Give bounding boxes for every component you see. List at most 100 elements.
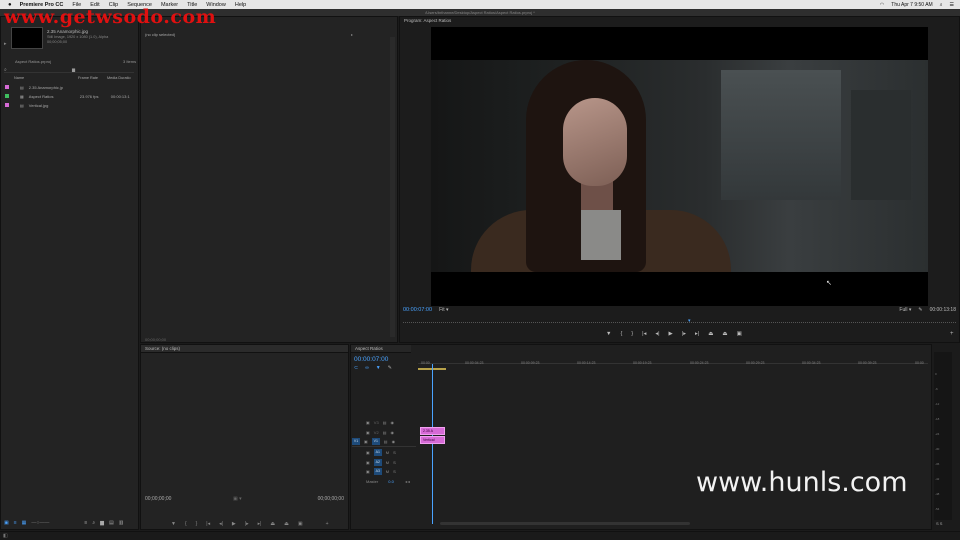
fit-dropdown[interactable]: Fit ▾ — [439, 307, 448, 313]
lock-icon[interactable]: ▣ — [366, 460, 370, 465]
quality-dropdown[interactable]: Full ▾ — [899, 307, 911, 313]
source-zoom-icon[interactable]: ▣ ▾ — [233, 496, 242, 502]
play-button[interactable]: ▶ — [232, 521, 236, 527]
wrench-icon[interactable]: ✎ — [918, 307, 922, 313]
master-go-icon[interactable]: ▸◂ — [406, 479, 410, 484]
new-item-icon[interactable]: ▤ — [109, 520, 114, 526]
sync-lock-icon[interactable]: ▤ — [383, 420, 387, 425]
export-frame-icon[interactable]: ▣ — [298, 521, 303, 527]
panel-arrow-icon[interactable]: ▸ — [351, 32, 353, 37]
list-view-icon[interactable]: ≡ — [14, 520, 17, 526]
new-bin-icon[interactable]: ▆ — [100, 520, 104, 526]
track-v1[interactable]: V1 ▣ V1 ▤ ◉ — [352, 437, 395, 446]
track-v3[interactable]: ▣ V3 ▤ ◉ — [352, 418, 394, 427]
search-icon[interactable]: ⌕ — [940, 2, 943, 8]
timeline-clip[interactable]: 2.35 A — [420, 427, 445, 435]
source-tc-left[interactable]: 00;00;00;00 — [145, 496, 171, 502]
source-patch-v1[interactable]: V1 — [352, 438, 360, 445]
solo-icon[interactable]: S — [393, 450, 396, 455]
eye-icon[interactable]: ◉ — [390, 430, 394, 435]
master-value[interactable]: 0.0 — [388, 479, 394, 484]
eye-icon[interactable]: ◉ — [392, 439, 396, 444]
mute-icon[interactable]: M — [386, 450, 389, 455]
timeline-playhead[interactable] — [432, 364, 433, 524]
lock-icon[interactable]: ▣ — [364, 439, 368, 444]
sync-lock-icon[interactable]: ▤ — [384, 439, 388, 444]
go-to-in-icon[interactable]: |◂ — [206, 521, 210, 527]
list-item[interactable]: ▤ Vertical.jpg — [5, 101, 48, 109]
timeline-tab[interactable]: Aspect Ratios — [351, 345, 411, 353]
step-forward-icon[interactable]: |▸ — [245, 521, 249, 527]
overwrite-icon[interactable]: ⏏ — [284, 521, 289, 527]
lock-icon[interactable]: ▣ — [366, 450, 370, 455]
col-media-duration[interactable]: Media Duratio — [107, 76, 131, 82]
step-back-icon[interactable]: ◂| — [655, 331, 659, 337]
time-ruler[interactable] — [418, 356, 928, 364]
settings-icon[interactable]: ✎ — [388, 365, 392, 371]
search-bar[interactable]: ⌕ ▆ — [4, 67, 134, 73]
timeline-clip[interactable]: Vertical — [420, 436, 445, 444]
step-forward-icon[interactable]: |▸ — [682, 331, 686, 337]
eye-icon[interactable]: ◉ — [390, 420, 394, 425]
source-monitor-title[interactable]: Source: (no clips) — [141, 345, 348, 353]
find-icon[interactable]: ⌕ — [92, 520, 95, 526]
track-a1[interactable]: ▣ A1 M S — [352, 448, 396, 457]
add-button-icon[interactable]: + — [326, 521, 329, 527]
lock-icon[interactable]: ▣ — [366, 420, 370, 425]
program-timecode[interactable]: 00:00:07:00 — [403, 307, 432, 313]
step-back-icon[interactable]: ◂| — [219, 521, 223, 527]
play-button[interactable]: ▶ — [669, 331, 673, 337]
mark-out-icon[interactable]: } — [631, 331, 633, 337]
timeline-scrollbar[interactable] — [440, 522, 690, 525]
add-marker-icon[interactable]: ▼ — [171, 521, 176, 527]
go-to-out-icon[interactable]: ▸| — [258, 521, 262, 527]
mute-icon[interactable]: M — [386, 469, 389, 474]
program-monitor-title[interactable]: Program: Aspect Ratios — [400, 17, 959, 25]
timeline-timecode[interactable]: 00:00:07:00 — [354, 356, 388, 363]
clock[interactable]: Thu Apr 7 9:50 AM — [891, 2, 932, 8]
lock-icon[interactable]: ▣ — [366, 469, 370, 474]
lock-icon[interactable]: ▣ — [366, 430, 370, 435]
program-scrubber[interactable]: ▾ — [403, 318, 956, 324]
insert-icon[interactable]: ⏏ — [270, 521, 275, 527]
sync-lock-icon[interactable]: ▤ — [383, 430, 387, 435]
linked-selection-icon[interactable]: ∞ — [365, 365, 369, 371]
track-label[interactable]: A3 — [373, 468, 382, 475]
track-label[interactable]: V1 — [371, 438, 380, 445]
new-bin-icon[interactable]: ▆ — [72, 67, 75, 72]
icon-view-icon[interactable]: ▦ — [22, 520, 27, 526]
track-label[interactable]: A1 — [373, 449, 382, 456]
go-to-out-icon[interactable]: ▸| — [695, 331, 699, 337]
export-frame-icon[interactable]: ▣ — [737, 331, 742, 337]
col-frame-rate[interactable]: Frame Rate — [78, 76, 107, 82]
lift-icon[interactable]: ⏏ — [708, 331, 713, 337]
track-v2[interactable]: ▣ V2 ▤ ◉ — [352, 428, 394, 437]
extract-icon[interactable]: ⏏ — [722, 331, 727, 337]
mark-in-icon[interactable]: { — [185, 521, 187, 527]
add-marker-icon[interactable]: ▼ — [376, 365, 381, 371]
play-thumb-icon[interactable]: ▸ — [4, 41, 7, 47]
wifi-icon[interactable]: ◠ — [880, 2, 884, 8]
mark-out-icon[interactable]: } — [196, 521, 198, 527]
list-item[interactable]: ▤ 2.35 Anamorphic.jp — [5, 83, 63, 91]
go-to-in-icon[interactable]: |◂ — [642, 331, 646, 337]
add-button-icon[interactable]: + — [950, 331, 954, 337]
list-item[interactable]: ▦ Aspect Ratios 23.976 fps 00:00:13:1 — [5, 92, 130, 100]
program-video-frame[interactable] — [431, 27, 928, 306]
solo-buttons[interactable]: S S — [936, 521, 942, 526]
scrollbar[interactable] — [390, 37, 395, 337]
solo-icon[interactable]: S — [393, 469, 396, 474]
track-label[interactable]: A2 — [373, 459, 382, 466]
playhead-icon[interactable]: ▾ — [688, 318, 691, 324]
menu-list-icon[interactable]: ☰ — [950, 2, 954, 8]
col-name[interactable]: Name — [14, 76, 78, 82]
solo-icon[interactable]: S — [393, 460, 396, 465]
lock-icon[interactable]: ▣ — [4, 520, 9, 526]
zoom-slider[interactable]: —○—— — [31, 520, 49, 526]
sort-icon[interactable]: ≡ — [84, 520, 87, 526]
add-marker-icon[interactable]: ▼ — [606, 331, 611, 337]
snap-icon[interactable]: ⊂ — [354, 365, 358, 371]
mute-icon[interactable]: M — [386, 460, 389, 465]
trash-icon[interactable]: ▥ — [119, 520, 124, 526]
track-a2[interactable]: ▣ A2 M S — [352, 458, 396, 467]
